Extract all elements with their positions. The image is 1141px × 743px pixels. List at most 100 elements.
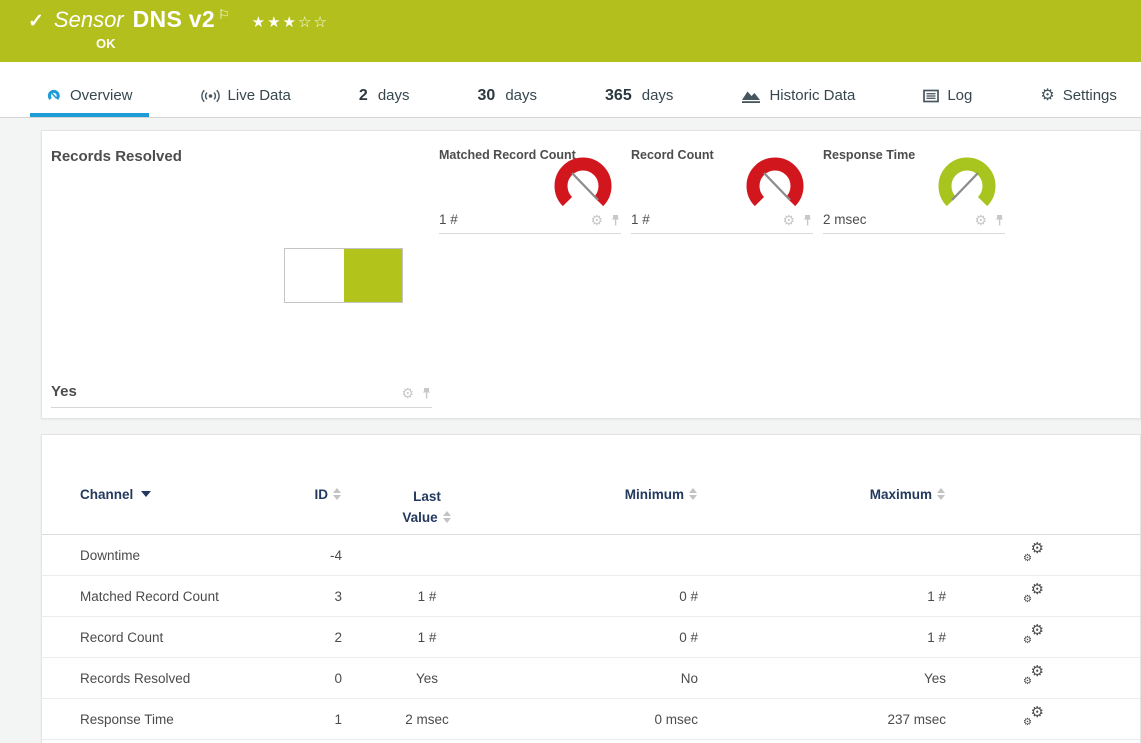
- last-value: 2 msec: [342, 712, 512, 727]
- gear-icon: ⚙: [1040, 88, 1054, 104]
- gauge-response-time[interactable]: [935, 157, 999, 215]
- minimum-value: No: [512, 671, 698, 686]
- table-row: Matched Record Count 3 1 # 0 # 1 # ⚙⚙: [42, 576, 1140, 617]
- tab-2-days[interactable]: 2 days: [343, 78, 426, 117]
- minimum-value: 0 msec: [512, 712, 698, 727]
- sensor-type-label: Sensor: [54, 7, 124, 33]
- pin-icon[interactable]: [421, 387, 432, 400]
- last-value: Yes: [342, 671, 512, 686]
- area-chart-icon: [741, 88, 761, 104]
- tab-historic-data[interactable]: Historic Data: [725, 78, 871, 117]
- maximum-value: 1 #: [698, 589, 946, 604]
- channel-name: Response Time: [42, 712, 282, 727]
- live-icon: [201, 89, 220, 103]
- tab-number: 2: [359, 87, 368, 105]
- boolean-swatch-fill: [344, 249, 403, 302]
- priority-stars[interactable]: ★★★☆☆: [252, 13, 329, 31]
- content-area: Records Resolved Yes ⚙ Matched Record Co…: [0, 118, 1141, 743]
- channel-id: 2: [282, 630, 342, 645]
- tab-label: days: [378, 87, 410, 104]
- tabbar-wrap: Overview Live Data 2 days 30 days 365: [0, 62, 1141, 118]
- gauge-record-count[interactable]: [743, 157, 807, 215]
- last-value: 1 #: [342, 589, 512, 604]
- table-header-row: Channel ID Last Value Minimum Maximum: [42, 435, 1140, 535]
- pin-icon[interactable]: [802, 214, 813, 227]
- table-row: Response Time 1 2 msec 0 msec 237 msec ⚙…: [42, 699, 1140, 740]
- pin-icon[interactable]: [994, 214, 1005, 227]
- sort-icon: [689, 488, 698, 500]
- column-header-minimum[interactable]: Minimum: [512, 487, 698, 534]
- column-header-id[interactable]: ID: [282, 487, 342, 534]
- tab-label: days: [642, 87, 674, 104]
- gauge-value: 2 msec: [823, 212, 867, 227]
- tab-number: 30: [478, 87, 496, 105]
- sensor-name: DNS v2: [133, 6, 215, 33]
- channel-name: Records Resolved: [42, 671, 282, 686]
- tabbar: Overview Live Data 2 days 30 days 365: [0, 78, 1141, 118]
- column-header-channel[interactable]: Channel: [42, 487, 282, 534]
- column-header-maximum[interactable]: Maximum: [698, 487, 946, 534]
- channel-id: 0: [282, 671, 342, 686]
- channel-settings-gears-icon[interactable]: ⚙⚙: [1023, 667, 1044, 686]
- channel-settings-gears-icon[interactable]: ⚙⚙: [1023, 544, 1044, 563]
- gauge-icon: [46, 89, 62, 103]
- log-icon: [923, 89, 939, 103]
- channel-table-panel: Channel ID Last Value Minimum Maximum Do…: [41, 434, 1141, 743]
- channel-name: Matched Record Count: [42, 589, 282, 604]
- minimum-value: 0 #: [512, 630, 698, 645]
- tab-label: Overview: [70, 87, 133, 104]
- tab-overview[interactable]: Overview: [30, 78, 149, 117]
- channel-settings-gears-icon[interactable]: ⚙⚙: [1023, 626, 1044, 645]
- channel-settings-gear-icon[interactable]: ⚙: [590, 213, 603, 227]
- last-value: 1 #: [342, 630, 512, 645]
- tab-label: Historic Data: [769, 87, 855, 104]
- tab-label: days: [505, 87, 537, 104]
- channel-settings-gear-icon[interactable]: ⚙: [401, 386, 414, 400]
- stars-empty: ☆☆: [298, 14, 329, 31]
- gauge-matched-record-count[interactable]: [551, 157, 615, 215]
- column-header-last-value[interactable]: Last Value: [342, 487, 512, 534]
- flag-icon: ⚐: [218, 7, 230, 23]
- gauge-cell-record-count: Record Count 1 # ⚙: [631, 142, 813, 234]
- channel-id: 1: [282, 712, 342, 727]
- ok-check-icon: ✓: [28, 10, 44, 33]
- maximum-value: Yes: [698, 671, 946, 686]
- records-resolved-value: Yes: [51, 383, 77, 400]
- channel-id: 3: [282, 589, 342, 604]
- records-resolved-title: Records Resolved: [51, 148, 432, 165]
- table-row: Downtime -4 ⚙⚙: [42, 535, 1140, 576]
- records-resolved-swatch[interactable]: [284, 248, 403, 303]
- tab-30-days[interactable]: 30 days: [462, 78, 553, 117]
- pin-icon[interactable]: [610, 214, 621, 227]
- channel-settings-gears-icon[interactable]: ⚙⚙: [1023, 585, 1044, 604]
- sort-desc-icon: [141, 491, 151, 497]
- tab-live-data[interactable]: Live Data: [185, 78, 307, 117]
- channel-name: Downtime: [42, 548, 282, 563]
- sensor-header: ✓ Sensor DNS v2 ⚐ ★★★☆☆ OK: [0, 0, 1141, 62]
- channel-settings-gear-icon[interactable]: ⚙: [782, 213, 795, 227]
- gauge-cell-matched-record-count: Matched Record Count 1 # ⚙: [439, 142, 621, 234]
- channel-settings-gears-icon[interactable]: ⚙⚙: [1023, 708, 1044, 727]
- sort-icon: [443, 511, 452, 523]
- tab-label: Log: [947, 87, 972, 104]
- sort-icon: [937, 488, 946, 500]
- tab-label: Live Data: [228, 87, 291, 104]
- overview-panel: Records Resolved Yes ⚙ Matched Record Co…: [41, 130, 1141, 419]
- channel-name: Record Count: [42, 630, 282, 645]
- tab-log[interactable]: Log: [907, 78, 988, 117]
- records-resolved-cell: Records Resolved Yes ⚙: [51, 142, 432, 408]
- status-badge: OK: [28, 36, 1141, 51]
- gauge-cell-response-time: Response Time 2 msec ⚙: [823, 142, 1005, 234]
- tab-number: 365: [605, 87, 632, 105]
- minimum-value: 0 #: [512, 589, 698, 604]
- maximum-value: 1 #: [698, 630, 946, 645]
- table-row: Records Resolved 0 Yes No Yes ⚙⚙: [42, 658, 1140, 699]
- channel-id: -4: [282, 548, 342, 563]
- tab-365-days[interactable]: 365 days: [589, 78, 689, 117]
- tab-label: Settings: [1063, 87, 1117, 104]
- channel-settings-gear-icon[interactable]: ⚙: [974, 213, 987, 227]
- stars-filled: ★★★: [252, 14, 298, 31]
- maximum-value: 237 msec: [698, 712, 946, 727]
- sort-icon: [333, 488, 342, 500]
- tab-settings[interactable]: ⚙ Settings: [1024, 78, 1133, 117]
